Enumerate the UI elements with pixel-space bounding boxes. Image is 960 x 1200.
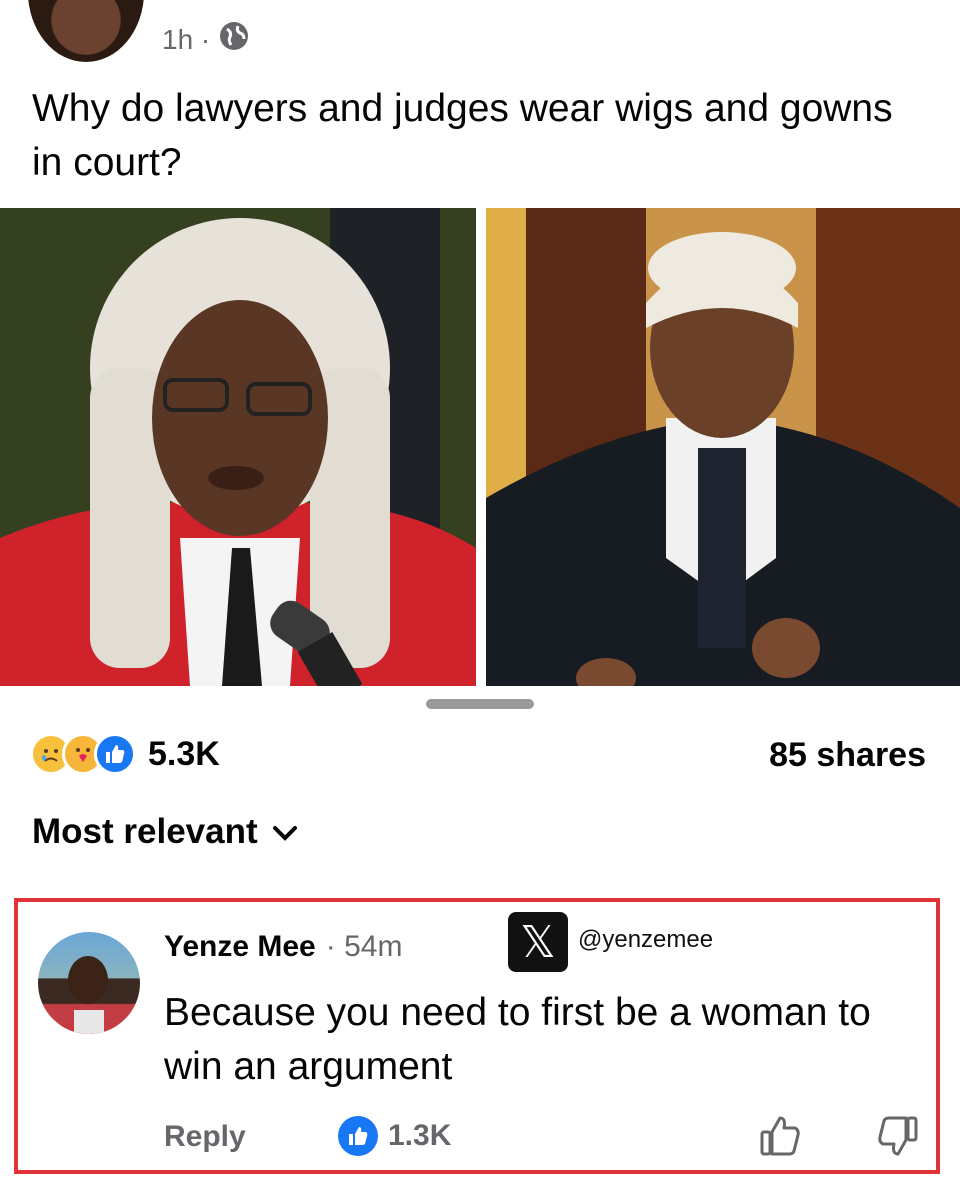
highlighted-comment: Yenze Mee · 54m 𝕏 @yenzemee Because you … bbox=[14, 898, 940, 1174]
comment-text: Because you need to first be a woman to … bbox=[164, 991, 871, 1088]
post-photo-lawyer[interactable] bbox=[486, 208, 960, 686]
x-logo-icon: 𝕏 bbox=[508, 912, 568, 972]
post-photo-judge[interactable] bbox=[0, 208, 476, 686]
reaction-summary[interactable]: 5.3K bbox=[30, 733, 220, 775]
thumbs-up-icon[interactable] bbox=[758, 1114, 802, 1158]
like-badge-icon bbox=[338, 1116, 378, 1156]
comment-like-count[interactable]: 1.3K bbox=[338, 1116, 451, 1156]
poster-avatar[interactable] bbox=[28, 0, 144, 62]
globe-icon bbox=[218, 20, 250, 59]
carousel-scroll-indicator bbox=[426, 699, 534, 709]
post-text: Why do lawyers and judges wear wigs and … bbox=[32, 87, 893, 184]
like-thumb-icon bbox=[94, 733, 136, 775]
watermark-handle: @yenzemee bbox=[578, 926, 714, 953]
comment-time: · 54m bbox=[325, 930, 403, 963]
comment-likes: 1.3K bbox=[388, 1119, 452, 1152]
sort-label: Most relevant bbox=[32, 812, 258, 851]
post-time: 1h · bbox=[162, 23, 211, 55]
thumbs-down-icon[interactable] bbox=[876, 1114, 920, 1158]
commenter-avatar[interactable] bbox=[38, 932, 140, 1034]
commenter-name-row: Yenze Mee · 54m bbox=[164, 930, 402, 964]
post-meta: 1h · bbox=[162, 20, 250, 59]
commenter-name[interactable]: Yenze Mee bbox=[164, 930, 316, 964]
comment-sort-dropdown[interactable]: Most relevant bbox=[32, 812, 298, 852]
reply-button[interactable]: Reply bbox=[164, 1120, 246, 1154]
reaction-count: 5.3K bbox=[148, 734, 220, 773]
share-count[interactable]: 85 shares bbox=[769, 736, 926, 775]
chevron-down-icon bbox=[272, 812, 298, 852]
